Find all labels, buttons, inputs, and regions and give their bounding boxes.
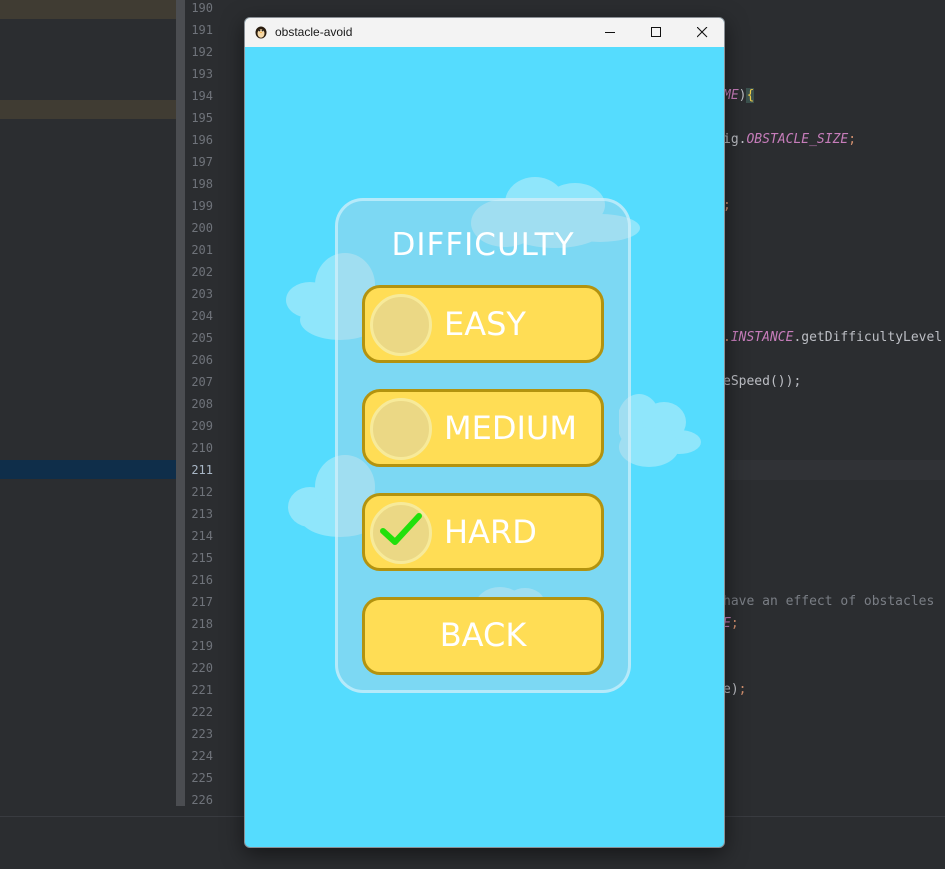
line-number: 219 [191, 639, 213, 653]
line-number: 226 [191, 793, 213, 807]
line-number: 191 [191, 23, 213, 37]
close-icon [696, 27, 707, 38]
medium-button[interactable]: MEDIUM [362, 389, 604, 467]
code-line: E; [723, 617, 739, 631]
code-line: eSpeed()); [723, 375, 801, 389]
code-line: ME){ [723, 88, 755, 103]
minimize-button[interactable] [587, 18, 633, 47]
line-number: 214 [191, 529, 213, 543]
code-token: ig. [723, 132, 747, 147]
code-token: { [746, 88, 755, 103]
checkmark-icon [380, 513, 422, 545]
code-line: e); [723, 683, 746, 697]
easy-label: EASY [444, 305, 526, 343]
line-number: 207 [191, 375, 213, 389]
line-number: 209 [191, 419, 213, 433]
line-number: 215 [191, 551, 213, 565]
selected-row [0, 460, 185, 479]
code-line: have an effect of obstacles [723, 595, 934, 609]
code-token: have an effect of obstacles [723, 594, 935, 609]
line-number: 190 [191, 1, 213, 15]
code-token: e) [723, 682, 739, 697]
line-number: 213 [191, 507, 213, 521]
easy-button[interactable]: EASY [362, 285, 604, 363]
game-window: obstacle-avoid DIFFICULTY EASY MEDIUM HA… [244, 17, 725, 848]
line-number: 208 [191, 397, 213, 411]
line-number: 225 [191, 771, 213, 785]
line-number: 203 [191, 287, 213, 301]
line-number: 195 [191, 111, 213, 125]
line-number: 217 [191, 595, 213, 609]
line-number: 218 [191, 617, 213, 631]
line-number: 220 [191, 661, 213, 675]
difficulty-heading: DIFFICULTY [391, 227, 575, 263]
highlight-row [0, 100, 176, 119]
radio-indicator [370, 294, 432, 356]
line-number: 212 [191, 485, 213, 499]
line-number: 210 [191, 441, 213, 455]
window-title: obstacle-avoid [275, 25, 353, 39]
line-number: 197 [191, 155, 213, 169]
line-number: 202 [191, 265, 213, 279]
line-number: 199 [191, 199, 213, 213]
line-number: 222 [191, 705, 213, 719]
line-number: 223 [191, 727, 213, 741]
hard-label: HARD [444, 513, 537, 551]
cloud-image [619, 394, 701, 467]
line-number: 198 [191, 177, 213, 191]
code-token: ; [730, 616, 739, 631]
code-token: ; [848, 132, 857, 147]
line-number: 224 [191, 749, 213, 763]
line-number: 216 [191, 573, 213, 587]
code-line: ig.OBSTACLE_SIZE; [723, 133, 856, 147]
back-button[interactable]: BACK [362, 597, 604, 675]
title-bar[interactable]: obstacle-avoid [245, 18, 724, 47]
medium-label: MEDIUM [444, 409, 577, 447]
minimize-icon [604, 32, 615, 33]
code-token: eSpeed()); [723, 374, 802, 389]
game-content: DIFFICULTY EASY MEDIUM HARD BACK [245, 47, 724, 847]
code-token: ; [738, 682, 747, 697]
code-token: .getDifficultyLevel [793, 330, 943, 345]
ide-project-panel [0, 0, 185, 868]
line-number: 221 [191, 683, 213, 697]
maximize-icon [650, 27, 661, 37]
difficulty-panel: DIFFICULTY EASY MEDIUM HARD BACK [335, 198, 631, 693]
line-number: 211 [191, 463, 213, 477]
line-number: 205 [191, 331, 213, 345]
code-token: OBSTACLE_SIZE [746, 132, 849, 147]
line-number: 192 [191, 45, 213, 59]
line-number: 194 [191, 89, 213, 103]
radio-indicator [370, 398, 432, 460]
back-label: BACK [439, 616, 527, 654]
hard-button[interactable]: HARD [362, 493, 604, 571]
maximize-button[interactable] [633, 18, 679, 47]
code-token: ME [723, 88, 739, 103]
penguin-icon [255, 26, 267, 39]
line-number: 206 [191, 353, 213, 367]
line-number: 201 [191, 243, 213, 257]
code-token: INSTANCE [730, 330, 794, 345]
line-number: 193 [191, 67, 213, 81]
close-button[interactable] [679, 18, 724, 47]
scrollbar[interactable] [176, 0, 185, 806]
line-number: 196 [191, 133, 213, 147]
code-line: .INSTANCE.getDifficultyLevel [723, 331, 942, 345]
highlight-row [0, 0, 176, 19]
line-number: 200 [191, 221, 213, 235]
line-number: 204 [191, 309, 213, 323]
